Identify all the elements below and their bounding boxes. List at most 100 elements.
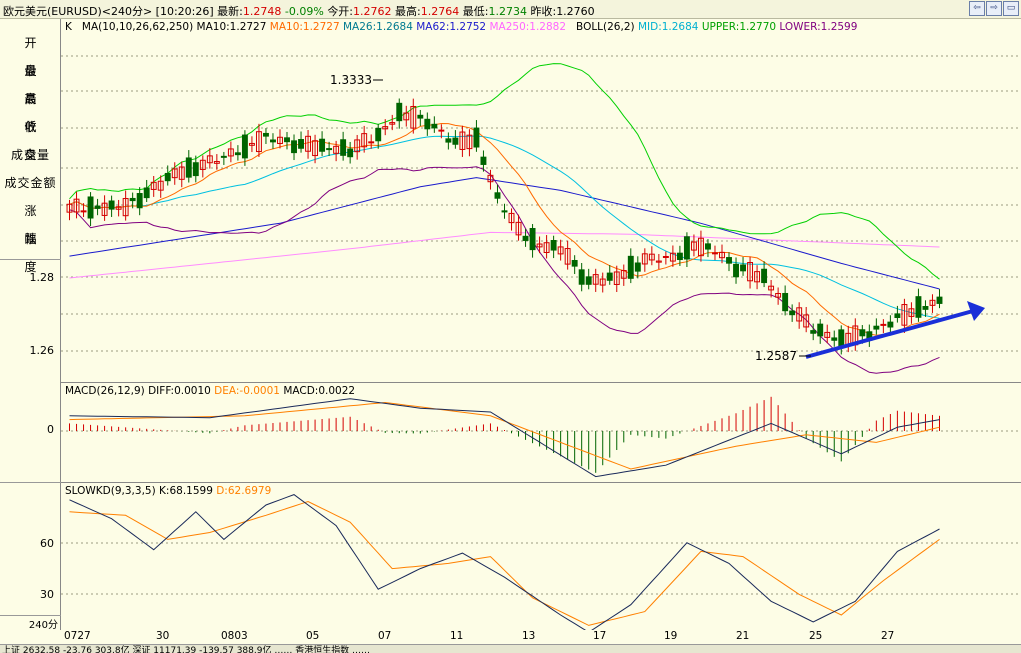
candle-body [810, 330, 817, 334]
candle-body [873, 325, 880, 330]
candle-body [494, 192, 501, 199]
candle-body [936, 296, 943, 304]
kd-info-row: SLOWKD(9,3,3,5) K:68.1599 D:62.6979 [65, 485, 271, 497]
candle-body [480, 156, 487, 165]
candle-body [87, 196, 94, 219]
title-bar: 欧元美元(EURUSD)<240分> [10:20:26] 最新:1.2748 … [0, 0, 1021, 19]
candle-body [234, 152, 241, 156]
x-tick: 0727 [64, 630, 91, 642]
x-tick: 17 [593, 630, 607, 642]
y-tick-kd-60: 60 [40, 537, 54, 550]
candle-body [143, 187, 150, 199]
candle-body [452, 137, 459, 145]
quote-summary: 欧元美元(EURUSD)<240分> [10:20:26] 最新:1.2748 … [3, 5, 595, 18]
candle-body [417, 114, 424, 119]
restore-icon[interactable]: ▭ [1003, 1, 1019, 16]
low-price: 1.2734 [488, 5, 527, 18]
candle-body [922, 305, 929, 310]
sidebar-divider [0, 482, 61, 483]
candle-body [501, 210, 508, 213]
macd-diff-line [69, 398, 940, 478]
candle-body [740, 264, 746, 272]
candle-body [136, 193, 143, 209]
status-bar: 上证 2632.58 -23.76 303.8亿 深证 11171.39 -13… [0, 644, 1021, 653]
candle-body [319, 138, 326, 152]
sidebar-item-low[interactable]: 最低 [0, 85, 61, 134]
boll-upper-value: UPPER:1.2770 [701, 21, 777, 33]
sidebar-item-high[interactable]: 最高 [0, 57, 61, 106]
sidebar-item-amount[interactable]: 成交金额 [0, 169, 61, 197]
candle-body [375, 127, 382, 142]
x-tick: 11 [450, 630, 464, 642]
window-buttons: ⇦ ⇨ ▭ [969, 1, 1019, 16]
kd-k-line [69, 494, 940, 630]
kd-lines [69, 494, 940, 630]
sidebar-item-volume[interactable]: 成交量 [0, 141, 61, 169]
sidebar-item-change[interactable]: 涨跌 [0, 197, 61, 246]
candle-body [726, 257, 732, 264]
candle-body [291, 140, 297, 154]
candle-body [585, 276, 592, 285]
candle-body [578, 269, 585, 285]
indicator-line [69, 122, 940, 336]
candle-body [108, 200, 115, 210]
candle-body [761, 268, 768, 284]
candle-body [859, 329, 866, 337]
candle-body [606, 272, 613, 281]
quote-time: [10:20:26] [155, 5, 214, 18]
forward-icon[interactable]: ⇨ [986, 1, 1002, 16]
candle-body [733, 263, 739, 278]
x-tick: 27 [881, 630, 895, 642]
candle-body [550, 239, 557, 251]
candle-body [789, 310, 796, 316]
x-tick: 30 [156, 630, 170, 642]
chart-canvas[interactable] [61, 19, 1021, 630]
candle-body [347, 148, 354, 158]
candle-body [220, 155, 227, 158]
candle-body [185, 157, 192, 178]
ma26-value: MA26:1.2684 [343, 21, 413, 33]
x-tick: 21 [736, 630, 750, 642]
period-corner-label: 240分 [0, 615, 61, 631]
high-annotation: 1.3333 [330, 73, 372, 87]
ma10-a-value: MA10:1.2727 [196, 21, 267, 33]
candle-body [712, 252, 718, 255]
candle-body [662, 255, 669, 258]
candle-body [368, 141, 375, 144]
macd-value: MACD:0.0022 [283, 385, 356, 397]
macd-dea-value: DEA:-0.0001 [214, 385, 280, 397]
ma-info-row: K MA(10,10,26,62,250) MA10:1.2727 MA10:1… [65, 21, 857, 33]
x-tick: 25 [809, 630, 823, 642]
candle-body [705, 243, 711, 250]
back-icon[interactable]: ⇦ [969, 1, 985, 16]
candle-body [80, 210, 87, 213]
candle-body [880, 323, 887, 326]
x-tick: 13 [522, 630, 536, 642]
x-axis: 0727 30 0803 05 07 11 13 17 19 21 25 27 [61, 630, 1021, 644]
candle-body [192, 162, 199, 177]
indicator-line [69, 177, 940, 290]
candle-body [627, 255, 634, 279]
candlesticks [66, 98, 943, 355]
candle-body [129, 197, 136, 202]
sidebar-item-amplitude[interactable]: 幅度 [0, 225, 61, 274]
sidebar: 开盘 最高 最低 收盘 成交量 成交金额 涨跌 幅度 1.28 1.26 0 6… [0, 19, 61, 631]
candle-body [263, 132, 269, 137]
candle-body [241, 134, 248, 159]
candle-body [284, 137, 290, 143]
boll-lower-value: LOWER:1.2599 [779, 21, 858, 33]
candle-body [396, 102, 403, 122]
boll-title: BOLL(26,2) [576, 21, 635, 33]
candle-body [915, 296, 922, 318]
prev-close: 1.2760 [556, 5, 595, 18]
indicator-line [69, 63, 940, 280]
candle-body [270, 139, 276, 143]
y-tick-main-1: 1.28 [29, 271, 55, 284]
candle-body [894, 313, 901, 318]
sidebar-item-close[interactable]: 收盘 [0, 113, 61, 162]
ma62-value: MA62:1.2752 [416, 21, 487, 33]
low-annotation: 1.2587 [755, 349, 797, 363]
sidebar-item-open[interactable]: 开盘 [0, 29, 61, 78]
latest-price: 1.2748 [242, 5, 282, 18]
open-price: 1.2762 [353, 5, 392, 18]
